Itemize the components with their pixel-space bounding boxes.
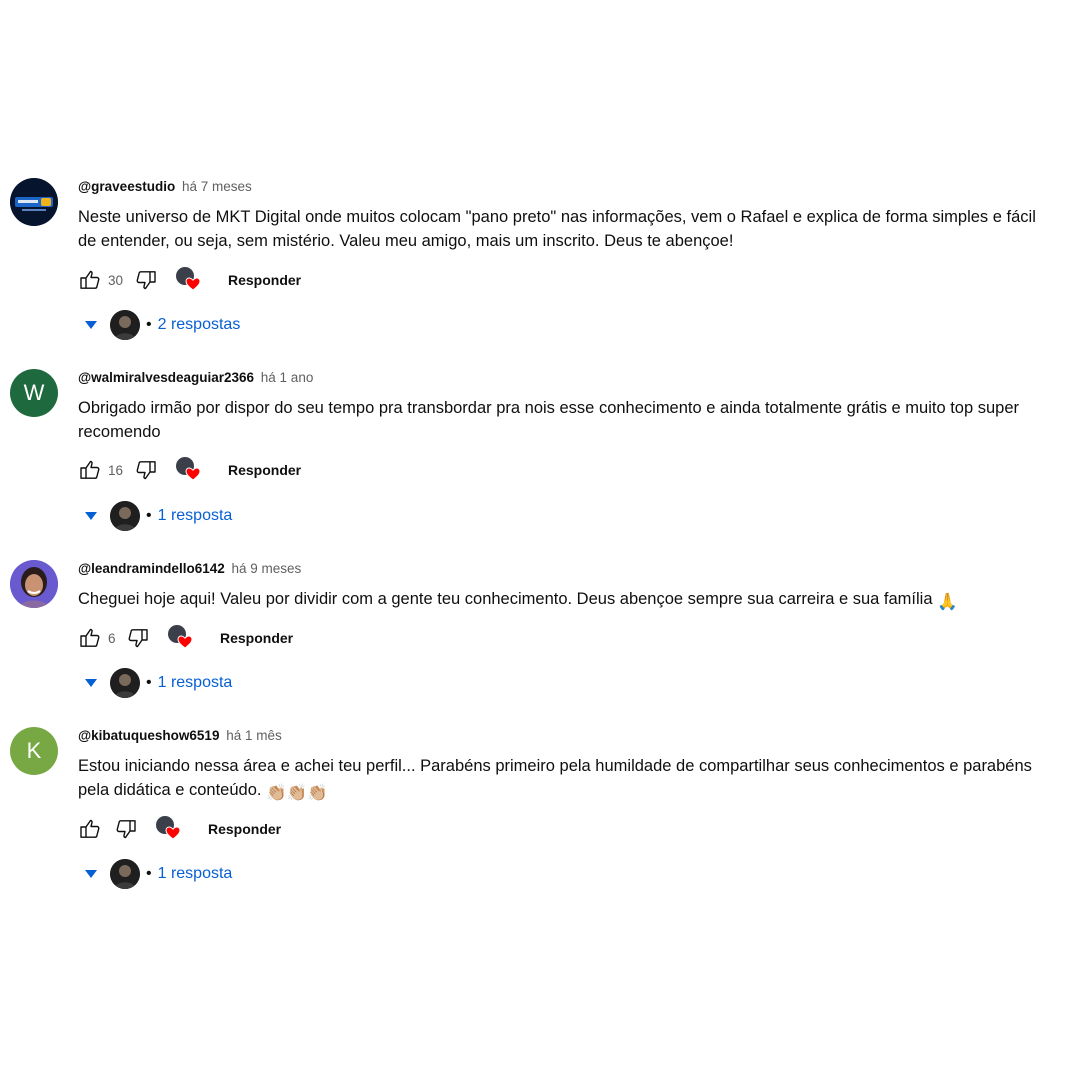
comment-text: Estou iniciando nessa área e achei teu p… [78,757,1032,799]
creator-heart-icon [156,816,182,842]
thumbs-down-outline-icon[interactable] [134,458,158,482]
thumbs-up-outline-icon[interactable] [78,458,102,482]
user-photo-icon [10,560,58,608]
view-replies-button[interactable]: • 1 resposta [84,667,232,699]
like-count: 30 [108,272,124,288]
avatar-letter: K [26,738,42,763]
thumbs-up-outline-icon[interactable] [78,817,102,841]
comment-text: Obrigado irmão por dispor do seu tempo p… [78,399,1020,441]
avatar[interactable]: K [10,727,58,775]
creator-heart-icon [176,457,202,483]
comment-author[interactable]: @walmiralvesdeaguiar2366 [78,370,254,385]
caret-down-icon [85,870,97,878]
like-count: 16 [108,462,124,478]
comment-time[interactable]: há 9 meses [232,561,302,576]
view-replies-button[interactable]: • 1 resposta [84,500,232,532]
view-replies-button[interactable]: • 2 respostas [84,309,240,341]
like-count: 6 [108,630,116,646]
comment-text: Cheguei hoje aqui! Valeu por dividir com… [78,590,933,608]
graveestudio-logo-icon [10,178,58,226]
avatar[interactable] [10,560,58,608]
reply-author-avatar [110,310,140,340]
thumbs-down-outline-icon[interactable] [126,626,150,650]
comment-author[interactable]: @graveestudio [78,179,175,194]
thumbs-down-outline-icon[interactable] [134,268,158,292]
view-replies-button[interactable]: • 1 resposta [84,858,232,890]
reply-button[interactable]: Responder [220,630,293,646]
reply-button[interactable]: Responder [208,821,281,837]
reply-author-avatar [110,501,140,531]
comment-time[interactable]: há 1 mês [226,728,282,743]
comment-author[interactable]: @leandramindello6142 [78,561,225,576]
clapping-hands-emoji: 👏🏼👏🏼👏🏼 [266,784,328,802]
avatar[interactable] [10,178,58,226]
comment-text: Neste universo de MKT Digital onde muito… [78,208,1036,250]
reply-button[interactable]: Responder [228,272,301,288]
praying-hands-emoji: 🙏 [937,593,958,611]
reply-author-avatar [110,668,140,698]
creator-heart-icon [168,625,194,651]
replies-count[interactable]: 1 resposta [158,865,233,883]
caret-down-icon [85,512,97,520]
comment-author[interactable]: @kibatuqueshow6519 [78,728,219,743]
thumbs-up-outline-icon[interactable] [78,626,102,650]
replies-count[interactable]: 1 resposta [158,674,233,692]
replies-count[interactable]: 1 resposta [158,507,233,525]
thumbs-down-outline-icon[interactable] [114,817,138,841]
caret-down-icon [85,321,97,329]
avatar[interactable]: W [10,369,58,417]
avatar-letter: W [23,380,45,405]
reply-author-avatar [110,859,140,889]
comment-time[interactable]: há 7 meses [182,179,252,194]
creator-heart-icon [176,267,202,293]
thumbs-up-outline-icon[interactable] [78,268,102,292]
comment-time[interactable]: há 1 ano [261,370,314,385]
replies-count[interactable]: 2 respostas [158,316,241,334]
caret-down-icon [85,679,97,687]
reply-button[interactable]: Responder [228,462,301,478]
